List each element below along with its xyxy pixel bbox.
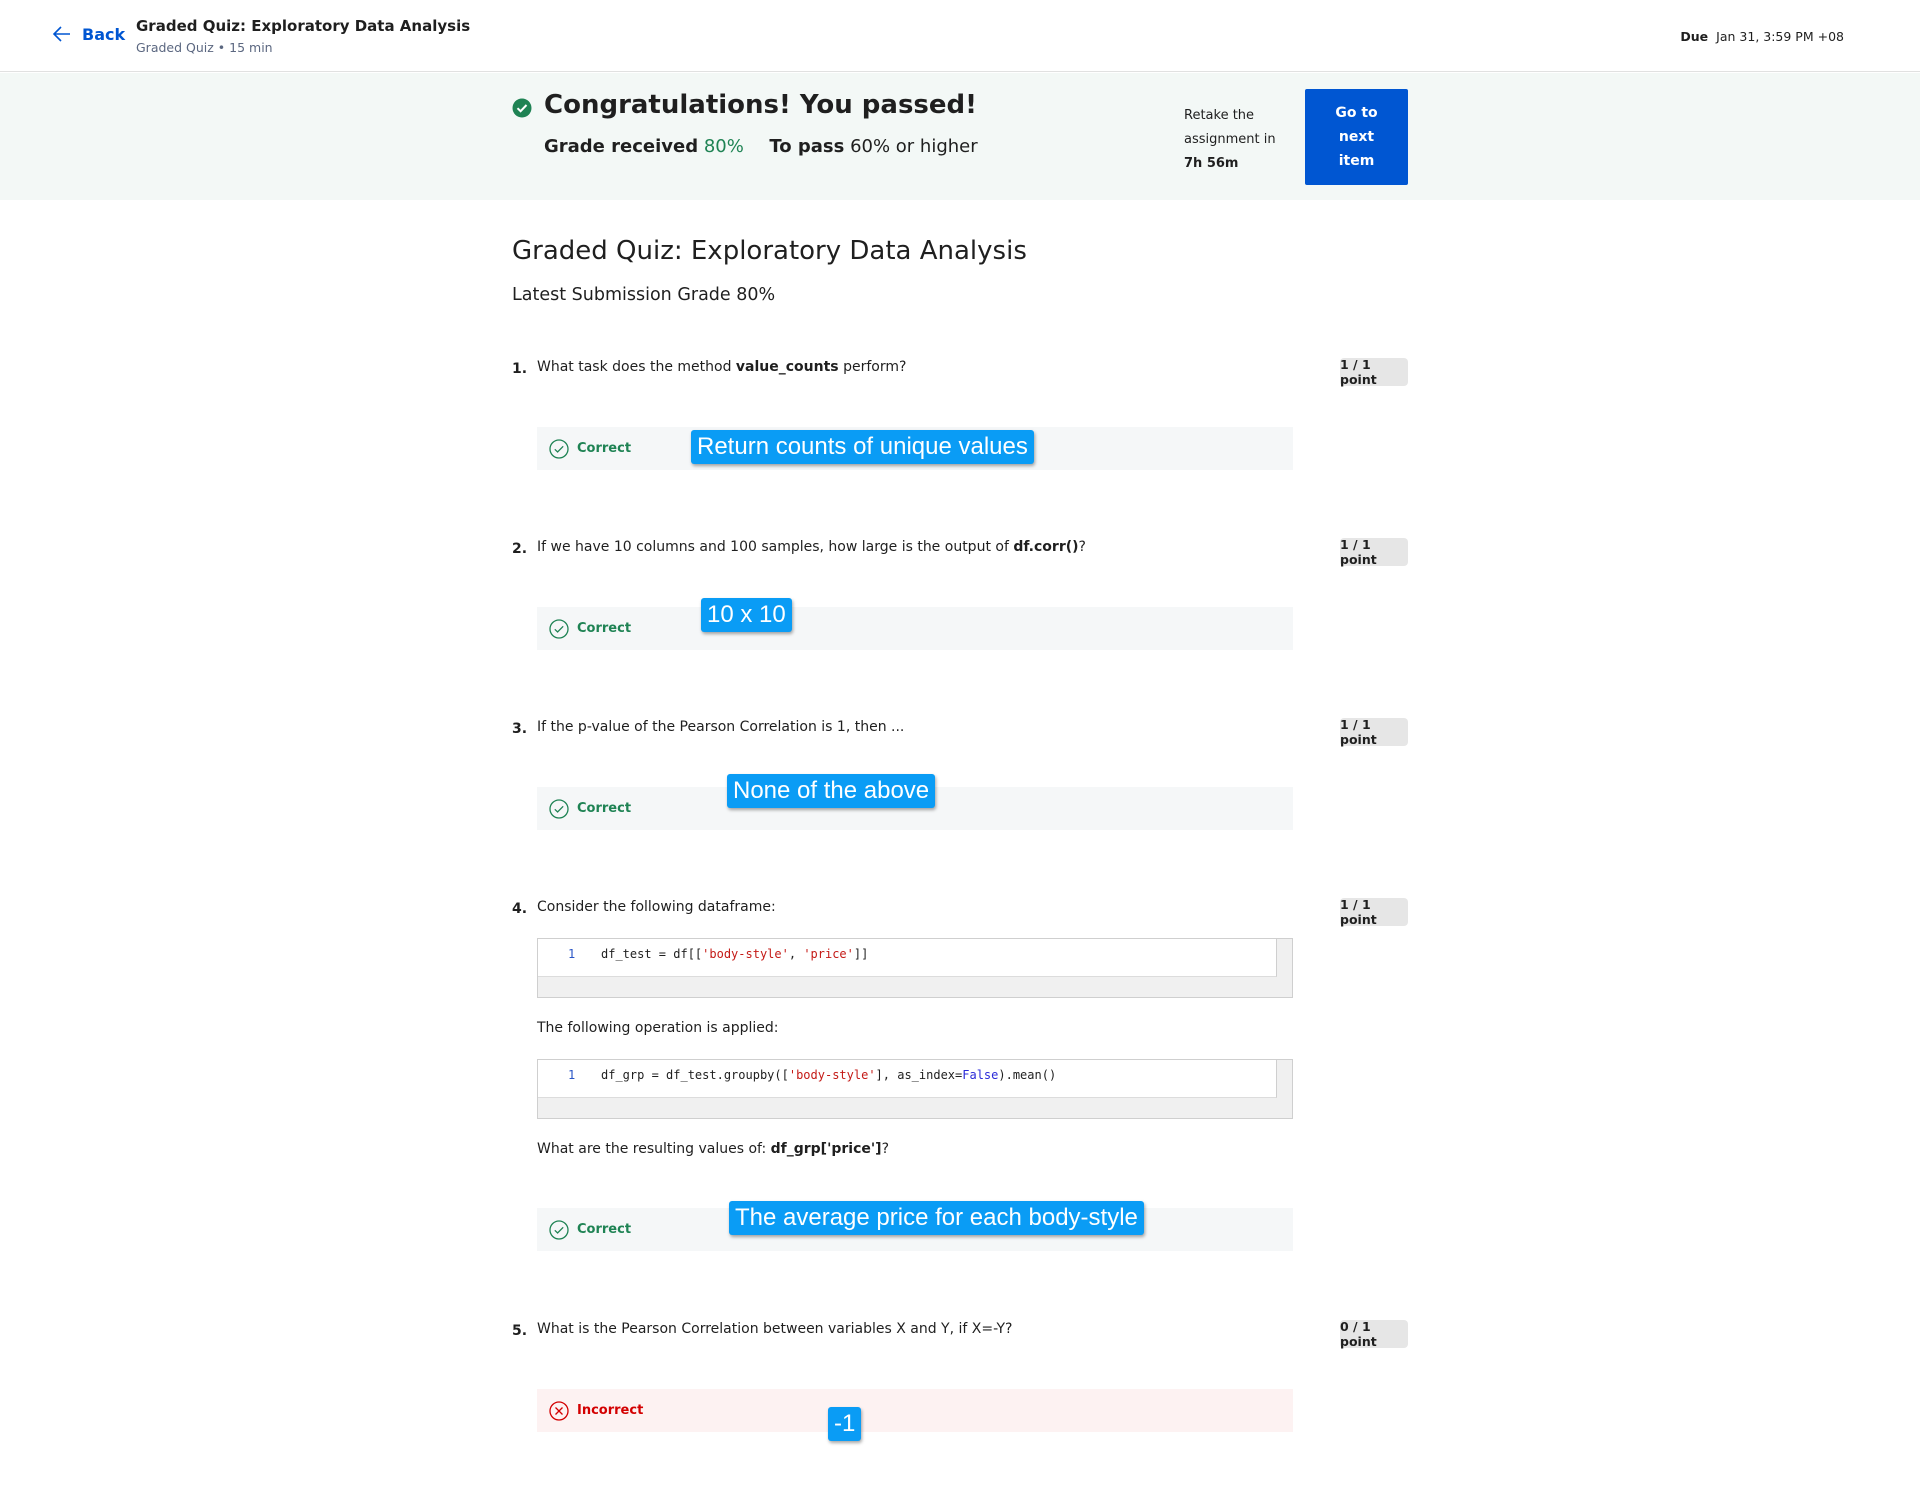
- points-badge: 1 / 1 point: [1340, 357, 1408, 387]
- line-number: 1: [568, 947, 576, 961]
- to-pass-value: 60% or higher: [850, 136, 978, 157]
- due-value: Jan 31, 3:59 PM +08: [1716, 29, 1844, 44]
- code-string: 'body-style': [702, 947, 789, 961]
- result-label: Correct: [577, 621, 632, 636]
- retake-info: Retake the assignment in 7h 56m: [1184, 104, 1292, 176]
- points-badge: 0 / 1 point: [1340, 1319, 1408, 1349]
- latest-submission-grade: Latest Submission Grade 80%: [512, 285, 776, 305]
- code-token: df_grp = df_test.groupby([: [601, 1068, 789, 1082]
- question-text: If the p-value of the Pearson Correlatio…: [537, 719, 905, 735]
- points-badge: 1 / 1 point: [1340, 897, 1408, 927]
- points-badge: 1 / 1 point: [1340, 537, 1408, 567]
- question-number: 3.: [512, 721, 528, 737]
- question-text-part: What task does the method: [537, 359, 736, 375]
- x-circle-outline-icon: [549, 1401, 569, 1421]
- question-number: 1.: [512, 361, 528, 377]
- arrow-left-icon: [52, 26, 70, 42]
- question-number: 5.: [512, 1323, 528, 1339]
- grade-summary: Grade received 80% To pass 60% or higher: [544, 136, 978, 157]
- question-paragraph: The following operation is applied:: [537, 1020, 779, 1036]
- check-circle-outline-icon: [549, 799, 569, 819]
- header-title: Graded Quiz: Exploratory Data Analysis: [136, 17, 471, 35]
- code-block: 1 df_test = df[['body-style', 'price']]: [537, 938, 1293, 998]
- question-text-part: What are the resulting values of:: [537, 1141, 771, 1157]
- points-badge: 1 / 1 point: [1340, 717, 1408, 747]
- code-line: 1 df_grp = df_test.groupby(['body-style'…: [538, 1060, 1277, 1098]
- answer-annotation: Return counts of unique values: [691, 430, 1034, 464]
- result-label: Correct: [577, 441, 632, 456]
- code-keyword: False: [962, 1068, 999, 1082]
- question-text: What task does the method value_counts p…: [537, 359, 906, 375]
- top-bar: Back Graded Quiz: Exploratory Data Analy…: [0, 0, 1920, 72]
- code-block: 1 df_grp = df_test.groupby(['body-style'…: [537, 1059, 1293, 1119]
- question-text-part: If we have 10 columns and 100 samples, h…: [537, 539, 1014, 555]
- retake-time: 7h 56m: [1184, 156, 1239, 171]
- question-text: If we have 10 columns and 100 samples, h…: [537, 539, 1086, 555]
- code-line: 1 df_test = df[['body-style', 'price']]: [538, 939, 1277, 977]
- code-token: ], as_index=: [875, 1068, 963, 1082]
- question-text: What is the Pearson Correlation between …: [537, 1321, 1013, 1337]
- answer-feedback: Correct: [537, 607, 1293, 650]
- to-pass-label: To pass: [769, 136, 845, 157]
- question-text-part: ?: [1078, 539, 1086, 555]
- header-subtitle: Graded Quiz • 15 min: [136, 40, 273, 55]
- answer-annotation: None of the above: [727, 774, 936, 808]
- back-button[interactable]: Back: [52, 24, 125, 44]
- code-source: df_test = df[['body-style', 'price']]: [601, 947, 868, 961]
- code-token: ).mean(): [998, 1068, 1057, 1082]
- retake-prefix: Retake the assignment in: [1184, 108, 1276, 147]
- check-circle-icon: [512, 98, 532, 118]
- code-token: df_test = df[[: [601, 947, 703, 961]
- due-date: Due Jan 31, 3:59 PM +08: [1680, 29, 1844, 44]
- answer-annotation: 10 x 10: [701, 598, 792, 632]
- page-title: Graded Quiz: Exploratory Data Analysis: [512, 236, 1027, 266]
- check-circle-outline-icon: [549, 1220, 569, 1240]
- result-label: Correct: [577, 801, 632, 816]
- check-circle-outline-icon: [549, 619, 569, 639]
- answer-annotation: The average price for each body-style: [729, 1201, 1144, 1235]
- code-string: 'body-style': [788, 1068, 876, 1082]
- question-number: 4.: [512, 901, 528, 917]
- pass-title: Congratulations! You passed!: [544, 90, 977, 120]
- go-to-next-item-button[interactable]: Go to next item: [1305, 89, 1408, 185]
- line-number: 1: [568, 1068, 576, 1082]
- code-source: df_grp = df_test.groupby(['body-style'],…: [601, 1068, 1056, 1082]
- code-token: ]]: [853, 947, 869, 961]
- question-text-code: value_counts: [735, 359, 839, 375]
- question-text-part: perform?: [838, 359, 907, 375]
- code-string: 'price': [803, 947, 854, 961]
- question-text-code: df.corr(): [1013, 539, 1079, 555]
- check-circle-outline-icon: [549, 439, 569, 459]
- result-label: Incorrect: [577, 1403, 644, 1418]
- question-text-part: ?: [881, 1141, 889, 1157]
- answer-annotation: -1: [828, 1407, 862, 1441]
- grade-received-label: Grade received: [544, 136, 699, 157]
- question-paragraph: What are the resulting values of: df_grp…: [537, 1141, 889, 1157]
- grade-received-value: 80%: [703, 136, 744, 157]
- result-label: Correct: [577, 1222, 632, 1237]
- due-label: Due: [1680, 29, 1709, 44]
- code-token: ,: [788, 947, 804, 961]
- question-text-code: df_grp['price']: [770, 1141, 882, 1157]
- question-text: Consider the following dataframe:: [537, 899, 776, 915]
- answer-feedback: Incorrect: [537, 1389, 1293, 1432]
- back-label: Back: [82, 24, 126, 44]
- question-number: 2.: [512, 541, 528, 557]
